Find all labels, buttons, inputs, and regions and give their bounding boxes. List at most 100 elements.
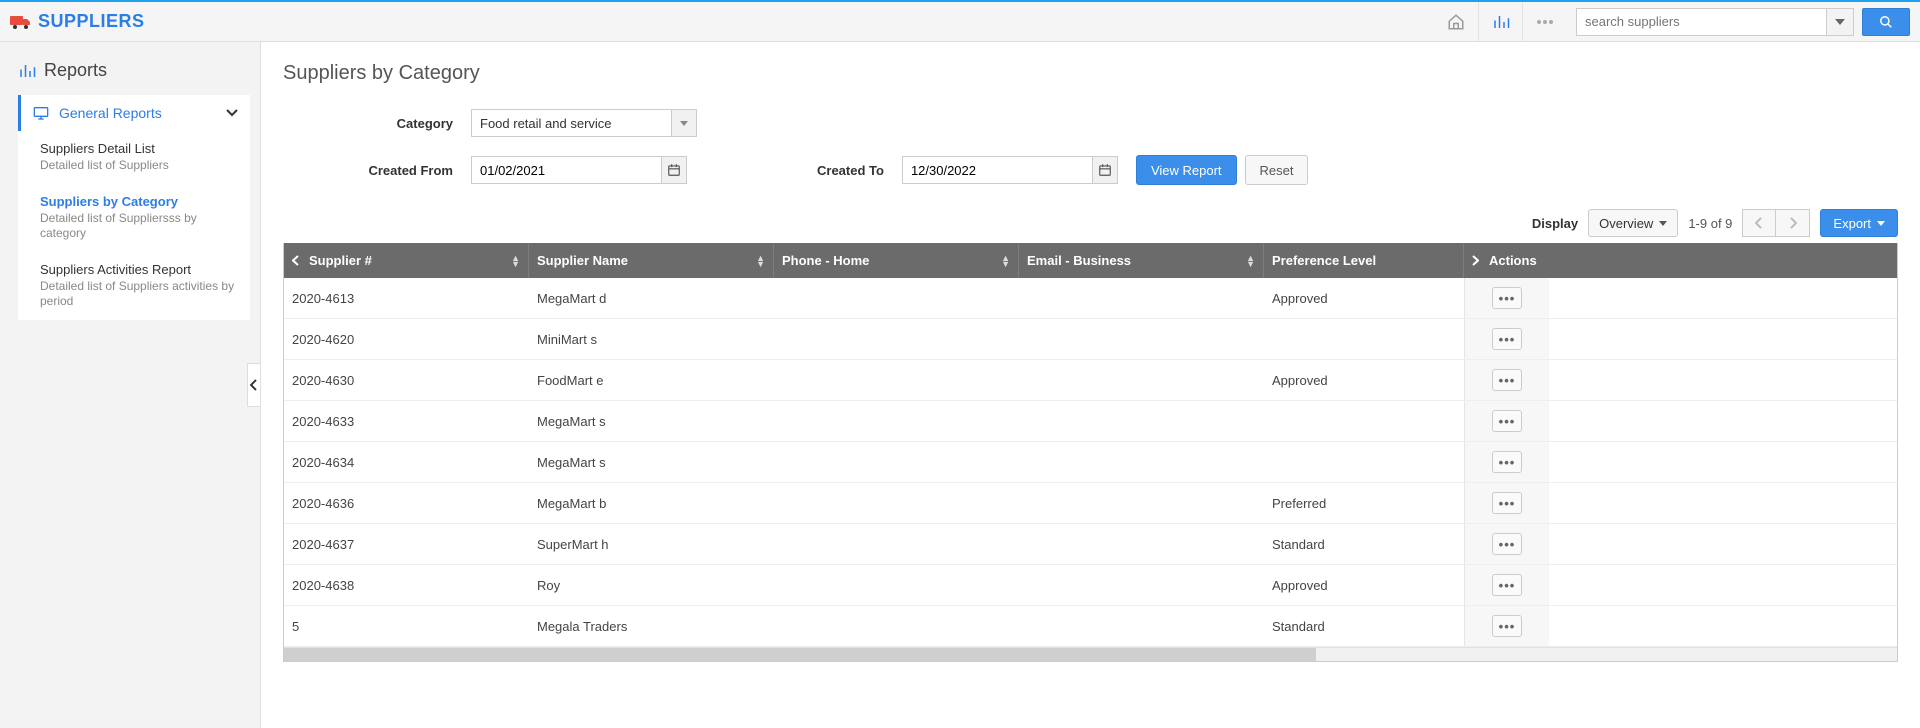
created-to-input[interactable] [902,156,1092,184]
home-icon[interactable] [1434,2,1478,41]
ellipsis-icon: ••• [1499,537,1516,552]
display-select-value: Overview [1599,216,1653,231]
ellipsis-icon: ••• [1499,332,1516,347]
col-email-business[interactable]: Email - Business ▲▼ [1019,243,1264,278]
chevron-down-icon [226,109,238,117]
cell-preference-level: Standard [1264,606,1464,646]
search-button[interactable] [1862,8,1910,36]
sidebar-item[interactable]: Suppliers Activities ReportDetailed list… [18,252,250,320]
ellipsis-icon: ••• [1499,455,1516,470]
cell-phone-home [774,442,1019,482]
cell-phone-home [774,606,1019,646]
horizontal-scrollbar[interactable] [284,647,1897,661]
sort-icon: ▲▼ [1001,255,1010,267]
chart-icon[interactable] [1478,2,1522,41]
brand: SUPPLIERS [10,11,145,32]
category-caret[interactable] [671,109,697,137]
cell-supplier-name: MiniMart s [529,319,774,359]
created-to-label: Created To [817,163,884,178]
sidebar-item[interactable]: Suppliers Detail List Detailed list of Su… [18,131,250,184]
more-icon[interactable] [1522,2,1566,41]
row-actions-button[interactable]: ••• [1492,369,1522,391]
ellipsis-icon: ••• [1499,619,1516,634]
row-actions-button[interactable]: ••• [1492,574,1522,596]
sidebar-title-text: Reports [44,60,107,81]
table-row: 5Megala TradersStandard••• [284,606,1897,647]
row-actions-button[interactable]: ••• [1492,451,1522,473]
table-toolbar: Display Overview 1-9 of 9 Export [283,209,1898,237]
pager-next[interactable] [1776,209,1810,237]
sidebar-item[interactable]: Suppliers by CategoryDetailed list of Su… [18,184,250,252]
cell-supplier-no: 2020-4633 [284,401,529,441]
export-label: Export [1833,216,1871,231]
pager-prev[interactable] [1742,209,1776,237]
scrollbar-thumb[interactable] [284,648,1316,661]
sidebar-title: Reports [18,60,250,81]
pager [1742,209,1810,237]
reset-button[interactable]: Reset [1245,155,1309,185]
col-email-business-label: Email - Business [1027,253,1131,268]
table-row: 2020-4638RoyApproved••• [284,565,1897,606]
cell-phone-home [774,319,1019,359]
nav-group-label: General Reports [59,105,162,121]
sidebar-collapse-handle[interactable] [247,363,261,407]
row-actions-button[interactable]: ••• [1492,533,1522,555]
cell-email-business [1019,319,1264,359]
page-title: Suppliers by Category [283,62,1898,85]
sidebar: Reports General Reports Suppliers Detail… [0,42,261,728]
cell-phone-home [774,278,1019,318]
table-row: 2020-4637SuperMart hStandard••• [284,524,1897,565]
cell-phone-home [774,401,1019,441]
row-actions-button[interactable]: ••• [1492,492,1522,514]
cell-preference-level: Preferred [1264,483,1464,523]
cell-supplier-name: MegaMart b [529,483,774,523]
sidebar-item-desc: Detailed list of Suppliersss by category [40,211,236,242]
sidebar-item-title: Suppliers Detail List [40,141,236,156]
table-row: 2020-4634MegaMart s••• [284,442,1897,483]
caret-down-icon [1659,221,1667,226]
cell-preference-level [1264,442,1464,482]
sidebar-item-desc: Detailed list of Suppliers [40,158,236,174]
cell-email-business [1019,524,1264,564]
export-button[interactable]: Export [1820,209,1898,237]
row-actions-button[interactable]: ••• [1492,410,1522,432]
category-select[interactable]: Food retail and service [471,109,671,137]
calendar-icon[interactable] [1092,156,1118,184]
record-count: 1-9 of 9 [1688,216,1732,231]
calendar-icon[interactable] [661,156,687,184]
row-actions-button[interactable]: ••• [1492,287,1522,309]
cell-email-business [1019,565,1264,605]
cell-actions: ••• [1464,401,1549,441]
cell-supplier-no: 2020-4620 [284,319,529,359]
col-supplier-name[interactable]: Supplier Name ▲▼ [529,243,774,278]
bars-icon [18,62,36,80]
col-preference-level[interactable]: Preference Level [1264,243,1464,278]
col-actions-label: Actions [1489,253,1537,268]
search-input[interactable] [1576,8,1826,36]
cell-actions: ••• [1464,565,1549,605]
cell-email-business [1019,401,1264,441]
cell-supplier-name: SuperMart h [529,524,774,564]
table-row: 2020-4636MegaMart b Preferred ••• [284,483,1897,524]
display-select[interactable]: Overview [1588,209,1678,237]
view-report-button[interactable]: View Report [1136,155,1237,185]
row-actions-button[interactable]: ••• [1492,615,1522,637]
ellipsis-icon: ••• [1499,578,1516,593]
ellipsis-icon: ••• [1499,373,1516,388]
cell-actions: ••• [1464,606,1549,646]
cell-preference-level: Approved [1264,565,1464,605]
search-dropdown[interactable] [1826,8,1854,36]
nav-group-general-reports[interactable]: General Reports [18,95,250,131]
sort-icon: ▲▼ [756,255,765,267]
cell-phone-home [774,483,1019,523]
cell-supplier-no: 2020-4636 [284,483,529,523]
col-phone-home[interactable]: Phone - Home ▲▼ [774,243,1019,278]
cell-supplier-no: 2020-4613 [284,278,529,318]
col-phone-home-label: Phone - Home [782,253,869,268]
row-actions-button[interactable]: ••• [1492,328,1522,350]
filter-panel: Category Food retail and service Created… [283,109,1898,185]
cell-email-business [1019,606,1264,646]
cell-preference-level: Approved [1264,278,1464,318]
col-supplier-no[interactable]: Supplier # ▲▼ [284,243,529,278]
created-from-input[interactable] [471,156,661,184]
